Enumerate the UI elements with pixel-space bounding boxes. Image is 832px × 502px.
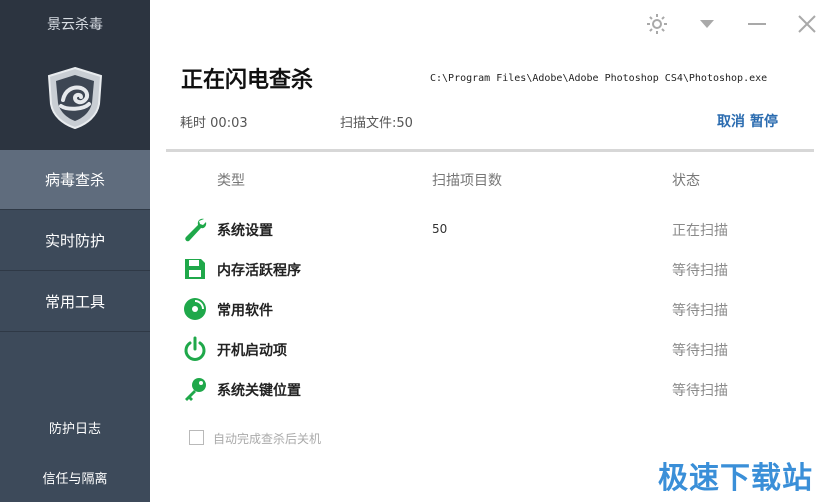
trust-quarantine-link[interactable]: 信任与隔离 xyxy=(0,468,150,487)
power-icon xyxy=(182,336,208,362)
row-status: 正在扫描 xyxy=(672,223,728,239)
sidebar-item-label: 病毒查杀 xyxy=(44,171,105,189)
sidebar-item-label: 常用工具 xyxy=(44,293,105,311)
minimize-icon[interactable] xyxy=(745,12,769,36)
current-scan-file: C:\Program Files\Adobe\Adobe Photoshop C… xyxy=(430,73,768,84)
column-header-count: 扫描项目数 xyxy=(432,173,502,189)
row-label: 内存活跃程序 xyxy=(217,263,301,279)
files-label: 扫描文件: xyxy=(340,116,397,131)
table-row: 常用软件 等待扫描 xyxy=(180,294,800,324)
watermark: 极速下载站 xyxy=(658,461,813,496)
sidebar-item-realtime-protection[interactable]: 实时防护 xyxy=(0,211,150,271)
elapsed-time: 耗时 00:03 xyxy=(180,112,248,131)
sidebar-item-tools[interactable]: 常用工具 xyxy=(0,272,150,332)
row-label: 系统关键位置 xyxy=(217,383,301,399)
files-value: 50 xyxy=(396,116,413,131)
elapsed-label: 耗时 xyxy=(180,116,207,131)
column-header-type: 类型 xyxy=(217,173,245,189)
divider xyxy=(166,149,814,152)
row-count: 50 xyxy=(432,222,448,236)
scan-title: 正在闪电查杀 xyxy=(181,68,314,93)
close-icon[interactable] xyxy=(795,12,819,36)
gear-icon[interactable] xyxy=(645,12,669,36)
wrench-icon xyxy=(182,216,208,242)
column-header-status: 状态 xyxy=(672,173,700,189)
table-row: 内存活跃程序 等待扫描 xyxy=(180,254,800,284)
key-icon xyxy=(182,376,208,402)
cancel-button[interactable]: 取消 xyxy=(717,111,745,131)
pause-button[interactable]: 暂停 xyxy=(750,111,778,131)
disc-icon xyxy=(182,296,208,322)
sidebar-item-virus-scan[interactable]: 病毒查杀 xyxy=(0,150,150,210)
protection-log-link[interactable]: 防护日志 xyxy=(0,418,150,437)
floppy-disk-icon xyxy=(182,256,208,282)
row-label: 系统设置 xyxy=(217,223,273,239)
row-label: 开机启动项 xyxy=(217,343,287,359)
auto-shutdown-label: 自动完成查杀后关机 xyxy=(213,432,322,446)
sidebar-item-label: 实时防护 xyxy=(44,232,105,250)
auto-shutdown-checkbox[interactable] xyxy=(189,430,204,445)
shield-icon xyxy=(45,66,105,130)
row-label: 常用软件 xyxy=(217,303,273,319)
row-status: 等待扫描 xyxy=(672,343,728,359)
sidebar-header: 景云杀毒 xyxy=(0,0,150,150)
row-status: 等待扫描 xyxy=(672,303,728,319)
scanned-files: 扫描文件:50 xyxy=(340,112,413,131)
table-row: 系统设置 50 正在扫描 xyxy=(180,214,800,244)
table-row: 开机启动项 等待扫描 xyxy=(180,334,800,364)
row-status: 等待扫描 xyxy=(672,263,728,279)
dropdown-icon[interactable] xyxy=(695,12,719,36)
app-title: 景云杀毒 xyxy=(47,17,103,33)
row-status: 等待扫描 xyxy=(672,383,728,399)
table-row: 系统关键位置 等待扫描 xyxy=(180,374,800,404)
elapsed-value: 00:03 xyxy=(210,116,248,131)
sidebar: 景云杀毒 病毒查杀 实时防护 常用工具 防护日志 信任与隔离 xyxy=(0,0,150,502)
